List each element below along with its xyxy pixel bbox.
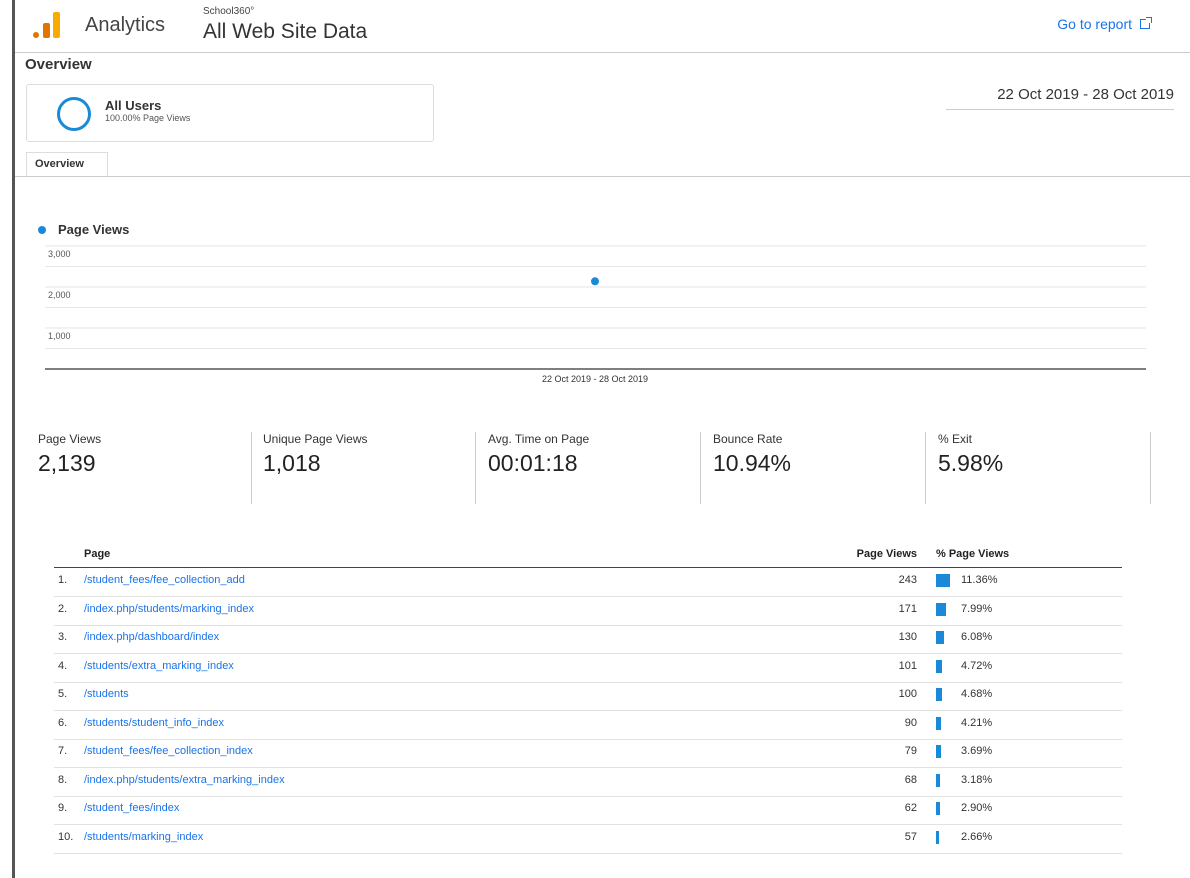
page-link[interactable]: /index.php/students/marking_index [84, 603, 254, 615]
page-link[interactable]: /student_fees/fee_collection_add [84, 574, 245, 586]
pct-bar [936, 631, 944, 644]
pct-page-views-value: 3.18% [961, 773, 993, 786]
row-number: 9. [58, 802, 68, 814]
row-number: 10. [58, 830, 74, 843]
page-link[interactable]: /student_fees/index [84, 802, 179, 814]
page-views-chart: 3,000 2,000 1,000 22 Oct 2019 - 28 Oct 2019 [45, 245, 1146, 384]
pct-bar [936, 688, 942, 701]
pct-page-views-value: 2.90% [961, 802, 993, 814]
page-views-value: 100 [898, 688, 917, 700]
pct-page-views-value: 2.66% [961, 830, 993, 843]
page-views-value: 90 [904, 716, 917, 729]
metric-label: Bounce Rate [713, 432, 783, 446]
col-header-page[interactable]: Page [84, 548, 110, 560]
table-row: 1. /student_fees/fee_collection_add 243 11.… [54, 568, 1122, 597]
row-number: 3. [58, 631, 68, 643]
page-link[interactable]: /index.php/students/extra_marking_index [84, 774, 285, 786]
row-number: 1. [58, 574, 68, 586]
pct-bar [936, 716, 941, 730]
metric-separator [1150, 432, 1151, 504]
page-views-value: 79 [904, 745, 917, 757]
pct-page-views-value: 3.69% [961, 745, 993, 757]
page-views-value: 171 [898, 602, 917, 615]
page-link[interactable]: /students/marking_index [84, 831, 203, 843]
pct-page-views-value: 7.99% [961, 602, 993, 615]
col-header-pct-page-views[interactable]: % Page Views [936, 548, 1009, 560]
page-views-value: 243 [898, 574, 917, 586]
page-link[interactable]: /index.php/dashboard/index [84, 631, 219, 643]
table-row: 8. /index.php/students/extra_marking_inde… [54, 768, 1122, 797]
table-row: 9. /student_fees/index 62 2.90% [54, 796, 1122, 825]
pct-page-views-value: 4.72% [961, 659, 993, 672]
table-row: 6. /students/student_info_index 90 4.21% [54, 711, 1122, 740]
metric-separator [700, 432, 701, 504]
row-number: 8. [58, 773, 68, 786]
table-row: 2. /index.php/students/marking_index 171 7.… [54, 597, 1122, 626]
metric-value: 10.94% [713, 450, 792, 476]
page-link[interactable]: /student_fees/fee_collection_index [84, 745, 253, 757]
metric-value: 2,139 [38, 450, 96, 476]
pct-page-views-value: 6.08% [961, 631, 993, 643]
pct-bar [936, 830, 939, 844]
page-views-value: 57 [904, 830, 917, 843]
row-number: 6. [58, 716, 68, 729]
table-row: 4. /students/extra_marking_index 101 4.72% [54, 654, 1122, 683]
metric-value: 1,018 [263, 450, 321, 476]
metric-value: 00:01:18 [488, 450, 578, 476]
pct-page-views-value: 11.36% [961, 574, 998, 586]
pct-page-views-value: 4.21% [961, 716, 993, 729]
metric-separator [925, 432, 926, 504]
metric-card: Avg. Time on Page 00:01:18 [488, 432, 589, 504]
page-link[interactable]: /students/student_info_index [84, 717, 224, 729]
table-row: 10. /students/marking_index 57 2.66% [54, 825, 1122, 854]
table-row: 3. /index.php/dashboard/index 130 6.08% [54, 625, 1122, 654]
row-number: 7. [58, 745, 68, 757]
metric-label: Page Views [38, 432, 102, 446]
row-number: 4. [58, 659, 68, 672]
y-tick-label: 1,000 [48, 331, 71, 341]
metric-card: Page Views 2,139 [38, 432, 101, 504]
metric-value: 5.98% [938, 450, 1004, 476]
page-link[interactable]: /students/extra_marking_index [84, 660, 234, 672]
page-views-value: 130 [898, 631, 917, 643]
metric-card: Bounce Rate 10.94% [713, 432, 791, 504]
table-row: 7. /student_fees/fee_collection_index 79 3.… [54, 739, 1122, 768]
table-row: 5. /students 100 4.68% [54, 682, 1122, 711]
row-number: 5. [58, 688, 68, 700]
pct-bar [936, 602, 946, 616]
page-views-value: 101 [898, 659, 917, 672]
row-number: 2. [58, 602, 68, 615]
metric-card: % Exit 5.98% [938, 432, 1003, 504]
metric-label: % Exit [938, 432, 973, 446]
pct-bar [936, 659, 942, 673]
col-header-page-views[interactable]: Page Views [857, 548, 917, 560]
page-views-value: 62 [904, 802, 917, 814]
data-point[interactable] [591, 277, 599, 286]
pct-bar [936, 574, 950, 587]
pct-page-views-value: 4.68% [961, 688, 993, 700]
page-views-value: 68 [904, 773, 917, 786]
x-tick-label: 22 Oct 2019 - 28 Oct 2019 [542, 374, 648, 384]
metric-label: Unique Page Views [263, 432, 368, 446]
metric-label: Avg. Time on Page [488, 432, 590, 446]
metric-separator [251, 432, 252, 504]
metric-card: Unique Page Views 1,018 [263, 432, 368, 504]
pct-bar [936, 773, 940, 787]
page-link[interactable]: /students [84, 688, 129, 700]
y-tick-label: 3,000 [48, 249, 71, 259]
pct-bar [936, 802, 940, 815]
y-tick-label: 2,000 [48, 290, 71, 300]
pct-bar [936, 745, 941, 758]
metric-separator [475, 432, 476, 504]
tab-overview[interactable]: Overview [26, 152, 108, 176]
